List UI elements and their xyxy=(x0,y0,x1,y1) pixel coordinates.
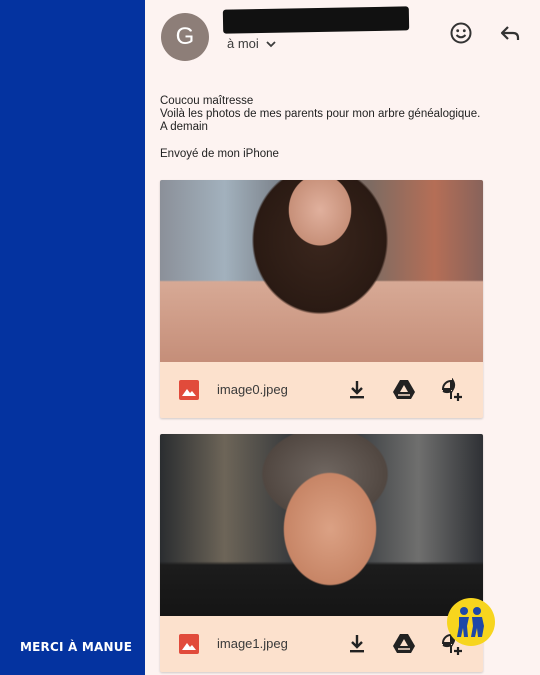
sender-avatar[interactable]: G xyxy=(161,13,209,61)
chevron-down-icon xyxy=(265,38,277,50)
attachment-photo[interactable] xyxy=(160,180,483,362)
email-signature: Envoyé de mon iPhone xyxy=(160,148,279,160)
sender-name-redaction xyxy=(222,6,410,34)
email-body: Coucou maîtresse Voilà les photos de mes… xyxy=(160,95,520,161)
body-line: A demain xyxy=(160,121,208,133)
credit-caption: MERCI À MANUE xyxy=(20,640,133,654)
image-file-icon xyxy=(178,379,200,401)
google-drive-icon[interactable] xyxy=(392,378,416,402)
image-file-icon xyxy=(178,633,200,655)
side-band: MERCI À MANUE xyxy=(0,0,145,675)
reply-icon[interactable] xyxy=(497,20,523,46)
add-to-photos-icon[interactable] xyxy=(440,378,464,402)
attachment-card[interactable]: image0.jpeg xyxy=(160,180,483,418)
attachment-filename[interactable]: image0.jpeg xyxy=(217,382,288,397)
attachment-card[interactable]: image1.jpeg xyxy=(160,434,483,672)
download-icon[interactable] xyxy=(345,632,369,656)
attachment-photo[interactable] xyxy=(160,434,483,616)
body-line: Voilà les photos de mes parents pour mon… xyxy=(160,108,481,120)
attachment-bar: image0.jpeg xyxy=(160,362,483,418)
download-icon[interactable] xyxy=(345,378,369,402)
attachment-filename[interactable]: image1.jpeg xyxy=(217,636,288,651)
recipient-label: à moi xyxy=(227,36,259,51)
logo-badge-icon xyxy=(447,598,495,646)
google-drive-icon[interactable] xyxy=(392,632,416,656)
body-line: Coucou maîtresse xyxy=(160,95,254,107)
email-view: G à moi Coucou maîtresse Voilà les photo… xyxy=(145,0,540,675)
emoji-icon[interactable] xyxy=(448,20,474,46)
attachment-bar: image1.jpeg xyxy=(160,616,483,672)
recipient-toggle[interactable]: à moi xyxy=(227,36,277,51)
